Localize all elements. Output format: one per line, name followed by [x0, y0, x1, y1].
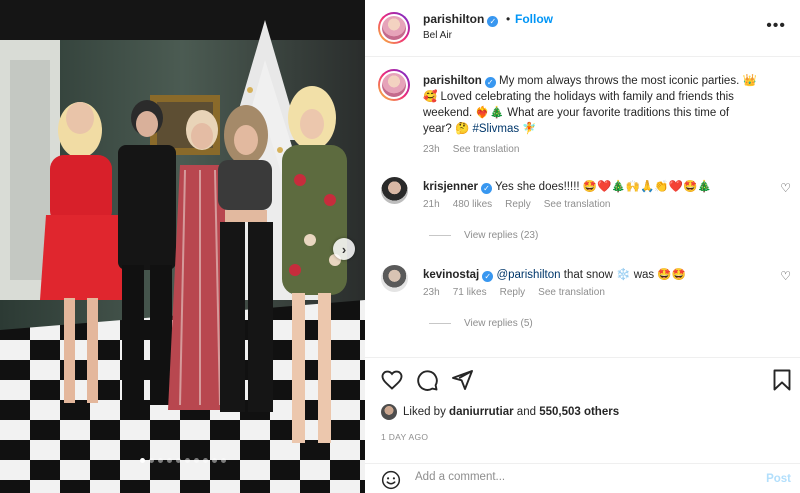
liker-avatar[interactable] [381, 404, 397, 420]
author-avatar[interactable] [378, 12, 410, 44]
post-comment-button[interactable]: Post [766, 473, 791, 485]
liker-username[interactable]: daniurrutiar [449, 406, 514, 418]
caption-meta: 23h See translation [423, 144, 532, 155]
carousel-dot [148, 458, 154, 463]
caption-author-avatar[interactable] [378, 69, 410, 101]
emoji-smiley-icon[interactable] [381, 470, 401, 490]
commenter-username[interactable]: krisjenner [423, 181, 478, 193]
verified-badge-icon: ✓ [480, 183, 492, 194]
add-comment-input[interactable] [415, 471, 715, 483]
likes-summary: Liked by daniurrutiar and 550,503 others [381, 404, 619, 420]
post-time-ago[interactable]: 1 DAY AGO [381, 432, 428, 442]
comment-meta: 23h 71 likes Reply See translation [423, 287, 618, 298]
author-username[interactable]: parishilton ✓ [423, 12, 499, 27]
carousel-dot [184, 458, 190, 463]
carousel-indicator [0, 458, 365, 463]
comment-time: 21h [423, 199, 440, 210]
view-replies-button[interactable]: View replies (5) [429, 318, 533, 329]
carousel-dot [166, 458, 172, 463]
replies-divider-line [429, 235, 451, 236]
comment-text: krisjenner ✓ Yes she does!!!!! 🤩❤️🎄🙌🙏👏❤️🤩… [423, 181, 712, 194]
add-comment-bar: Post [365, 463, 800, 493]
comment-bubble-icon[interactable] [415, 368, 439, 392]
photo-illustration [0, 0, 365, 493]
caption-time[interactable]: 23h [423, 144, 440, 155]
caption-see-translation[interactable]: See translation [453, 144, 520, 155]
commenter-avatar[interactable] [381, 265, 408, 292]
caption-text: parishilton ✓ My mom always throws the mo… [423, 75, 757, 135]
snowflake-icon: ❄️ [616, 269, 631, 281]
carousel-dot [193, 458, 199, 463]
comment-item: krisjenner ✓ Yes she does!!!!! 🤩❤️🎄🙌🙏👏❤️🤩… [365, 177, 800, 241]
comment-meta: 21h 480 likes Reply See translation [423, 199, 623, 210]
verified-badge-icon: ✓ [487, 16, 499, 27]
carousel-next-button[interactable]: › [333, 238, 355, 260]
comment-likes[interactable]: 480 likes [453, 199, 492, 210]
comment-reply-button[interactable]: Reply [505, 199, 531, 210]
carousel-dot [139, 458, 145, 463]
more-options-icon[interactable]: ••• [766, 17, 786, 35]
carousel-dot [175, 458, 181, 463]
share-send-icon[interactable] [450, 368, 474, 392]
like-heart-icon[interactable] [380, 368, 404, 392]
commenter-username[interactable]: kevinostaj [423, 269, 479, 281]
carousel-dot [220, 458, 226, 463]
commenter-avatar[interactable] [381, 177, 408, 204]
comment-likes[interactable]: 71 likes [453, 287, 487, 298]
comment-time: 23h [423, 287, 440, 298]
mention-link[interactable]: @parishilton [496, 269, 560, 281]
carousel-dot [211, 458, 217, 463]
verified-badge-icon: ✓ [484, 77, 496, 88]
comment-like-heart-icon[interactable]: ♡ [780, 181, 791, 195]
post-header: parishilton ✓ • Follow Bel Air ••• [365, 0, 800, 57]
post-details-panel: parishilton ✓ • Follow Bel Air ••• parish… [365, 0, 800, 493]
separator-dot: • [506, 12, 511, 26]
view-replies-button[interactable]: View replies (23) [429, 230, 538, 241]
instagram-post-modal: › parishilton ✓ • Follow Bel Air ••• pari… [0, 0, 800, 493]
likes-count[interactable]: 550,503 others [539, 406, 619, 418]
replies-divider-line [429, 323, 451, 324]
save-bookmark-icon[interactable] [770, 368, 794, 392]
hashtag-link[interactable]: #Slivmas [472, 123, 519, 135]
comment-like-heart-icon[interactable]: ♡ [780, 269, 791, 283]
comment-see-translation[interactable]: See translation [538, 287, 605, 298]
comment-text: kevinostaj ✓ @parishilton that snow ❄️ wa… [423, 269, 687, 282]
carousel-dot [202, 458, 208, 463]
comment-item: kevinostaj ✓ @parishilton that snow ❄️ wa… [365, 265, 800, 329]
comment-reply-button[interactable]: Reply [500, 287, 526, 298]
follow-button[interactable]: Follow [515, 12, 553, 26]
action-bar [365, 357, 800, 397]
caption-username[interactable]: parishilton [423, 75, 482, 87]
carousel-dot [157, 458, 163, 463]
verified-badge-icon: ✓ [482, 271, 494, 282]
comment-see-translation[interactable]: See translation [544, 199, 611, 210]
post-location[interactable]: Bel Air [423, 30, 452, 41]
post-photo[interactable]: › [0, 0, 365, 493]
